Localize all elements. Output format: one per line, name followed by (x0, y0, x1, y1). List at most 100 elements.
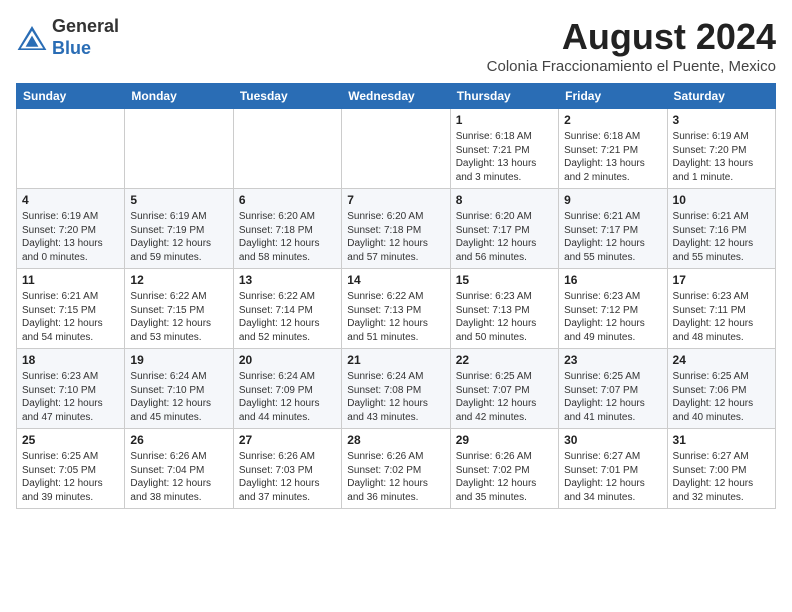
day-number: 19 (130, 353, 227, 367)
day-info: Sunrise: 6:25 AMSunset: 7:05 PMDaylight:… (22, 450, 119, 504)
day-number: 31 (673, 433, 770, 447)
day-number: 3 (673, 113, 770, 127)
calendar-cell: 17Sunrise: 6:23 AMSunset: 7:11 PMDayligh… (667, 269, 775, 349)
calendar-body: 1 Sunrise: 6:18 AMSunset: 7:21 PMDaylight… (17, 109, 776, 509)
calendar-cell: 26 Sunrise: 6:26 AMSunset: 7:04 PMDayligh… (125, 429, 233, 509)
day-number: 15 (456, 273, 553, 287)
calendar-cell: 6Sunrise: 6:20 AMSunset: 7:18 PMDaylight… (233, 189, 341, 269)
day-header-wednesday: Wednesday (342, 84, 450, 109)
cell-content: 8Sunrise: 6:20 AMSunset: 7:17 PMDaylight… (456, 193, 553, 264)
calendar-cell: 16Sunrise: 6:23 AMSunset: 7:12 PMDayligh… (559, 269, 667, 349)
calendar-cell: 18Sunrise: 6:23 AMSunset: 7:10 PMDayligh… (17, 349, 125, 429)
calendar-cell: 2 Sunrise: 6:18 AMSunset: 7:21 PMDaylight… (559, 109, 667, 189)
cell-content: 1Sunrise: 6:18 AMSunset: 7:21 PMDaylight… (456, 113, 553, 184)
day-number: 26 (130, 433, 227, 447)
cell-content: 13Sunrise: 6:22 AMSunset: 7:14 PMDayligh… (239, 273, 336, 344)
day-number: 24 (673, 353, 770, 367)
day-info: Sunrise: 6:20 AMSunset: 7:18 PMDaylight:… (347, 210, 444, 264)
calendar-cell: 10 Sunrise: 6:21 AMSunset: 7:16 PMDayligh… (667, 189, 775, 269)
week-row-4: 18Sunrise: 6:23 AMSunset: 7:10 PMDayligh… (17, 349, 776, 429)
calendar-cell: 24 Sunrise: 6:25 AMSunset: 7:06 PMDayligh… (667, 349, 775, 429)
day-number: 14 (347, 273, 444, 287)
cell-content: 31 Sunrise: 6:27 AMSunset: 7:00 PMDayligh… (673, 433, 770, 504)
day-number: 20 (239, 353, 336, 367)
day-info: Sunrise: 6:25 AMSunset: 7:07 PMDaylight:… (564, 370, 661, 424)
title-area: August 2024 Colonia Fraccionamiento el P… (487, 16, 776, 75)
calendar-cell: 28Sunrise: 6:26 AMSunset: 7:02 PMDayligh… (342, 429, 450, 509)
day-number: 6 (239, 193, 336, 207)
day-header-thursday: Thursday (450, 84, 558, 109)
day-number: 1 (456, 113, 553, 127)
day-number: 13 (239, 273, 336, 287)
day-info: Sunrise: 6:25 AMSunset: 7:06 PMDaylight:… (673, 370, 770, 424)
day-info: Sunrise: 6:26 AMSunset: 7:04 PMDaylight:… (130, 450, 227, 504)
day-number: 10 (673, 193, 770, 207)
cell-content: 16Sunrise: 6:23 AMSunset: 7:12 PMDayligh… (564, 273, 661, 344)
calendar: SundayMondayTuesdayWednesdayThursdayFrid… (16, 83, 776, 509)
day-info: Sunrise: 6:25 AMSunset: 7:07 PMDaylight:… (456, 370, 553, 424)
calendar-cell: 30 Sunrise: 6:27 AMSunset: 7:01 PMDayligh… (559, 429, 667, 509)
day-info: Sunrise: 6:27 AMSunset: 7:00 PMDaylight:… (673, 450, 770, 504)
logo-icon (16, 24, 48, 52)
day-header-friday: Friday (559, 84, 667, 109)
day-info: Sunrise: 6:23 AMSunset: 7:10 PMDaylight:… (22, 370, 119, 424)
day-info: Sunrise: 6:22 AMSunset: 7:15 PMDaylight:… (130, 290, 227, 344)
day-info: Sunrise: 6:21 AMSunset: 7:17 PMDaylight:… (564, 210, 661, 264)
calendar-cell: 20 Sunrise: 6:24 AMSunset: 7:09 PMDayligh… (233, 349, 341, 429)
calendar-cell: 14Sunrise: 6:22 AMSunset: 7:13 PMDayligh… (342, 269, 450, 349)
day-number: 29 (456, 433, 553, 447)
month-year: August 2024 (487, 16, 776, 58)
day-info: Sunrise: 6:23 AMSunset: 7:12 PMDaylight:… (564, 290, 661, 344)
day-number: 5 (130, 193, 227, 207)
week-row-1: 1 Sunrise: 6:18 AMSunset: 7:21 PMDaylight… (17, 109, 776, 189)
calendar-cell: 3 Sunrise: 6:19 AMSunset: 7:20 PMDaylight… (667, 109, 775, 189)
calendar-cell: 4Sunrise: 6:19 AMSunset: 7:20 PMDaylight… (17, 189, 125, 269)
day-number: 2 (564, 113, 661, 127)
day-info: Sunrise: 6:21 AMSunset: 7:16 PMDaylight:… (673, 210, 770, 264)
day-number: 28 (347, 433, 444, 447)
calendar-cell: 11Sunrise: 6:21 AMSunset: 7:15 PMDayligh… (17, 269, 125, 349)
day-number: 9 (564, 193, 661, 207)
subtitle: Colonia Fraccionamiento el Puente, Mexic… (487, 58, 776, 75)
day-header-tuesday: Tuesday (233, 84, 341, 109)
cell-content: 27Sunrise: 6:26 AMSunset: 7:03 PMDayligh… (239, 433, 336, 504)
cell-content: 15 Sunrise: 6:23 AMSunset: 7:13 PMDayligh… (456, 273, 553, 344)
calendar-cell: 25 Sunrise: 6:25 AMSunset: 7:05 PMDayligh… (17, 429, 125, 509)
cell-content: 18Sunrise: 6:23 AMSunset: 7:10 PMDayligh… (22, 353, 119, 424)
calendar-cell (342, 109, 450, 189)
day-info: Sunrise: 6:23 AMSunset: 7:11 PMDaylight:… (673, 290, 770, 344)
day-number: 30 (564, 433, 661, 447)
week-row-3: 11Sunrise: 6:21 AMSunset: 7:15 PMDayligh… (17, 269, 776, 349)
calendar-cell (125, 109, 233, 189)
calendar-cell: 22Sunrise: 6:25 AMSunset: 7:07 PMDayligh… (450, 349, 558, 429)
cell-content: 2 Sunrise: 6:18 AMSunset: 7:21 PMDaylight… (564, 113, 661, 184)
day-number: 21 (347, 353, 444, 367)
day-number: 12 (130, 273, 227, 287)
day-info: Sunrise: 6:27 AMSunset: 7:01 PMDaylight:… (564, 450, 661, 504)
calendar-header: SundayMondayTuesdayWednesdayThursdayFrid… (17, 84, 776, 109)
day-info: Sunrise: 6:23 AMSunset: 7:13 PMDaylight:… (456, 290, 553, 344)
header: General Blue August 2024 Colonia Fraccio… (16, 16, 776, 75)
cell-content: 9 Sunrise: 6:21 AMSunset: 7:17 PMDaylight… (564, 193, 661, 264)
day-number: 27 (239, 433, 336, 447)
cell-content: 4Sunrise: 6:19 AMSunset: 7:20 PMDaylight… (22, 193, 119, 264)
calendar-cell: 15 Sunrise: 6:23 AMSunset: 7:13 PMDayligh… (450, 269, 558, 349)
cell-content: 24 Sunrise: 6:25 AMSunset: 7:06 PMDayligh… (673, 353, 770, 424)
day-number: 7 (347, 193, 444, 207)
cell-content: 21Sunrise: 6:24 AMSunset: 7:08 PMDayligh… (347, 353, 444, 424)
day-info: Sunrise: 6:18 AMSunset: 7:21 PMDaylight:… (564, 130, 661, 184)
day-info: Sunrise: 6:19 AMSunset: 7:20 PMDaylight:… (673, 130, 770, 184)
cell-content: 17Sunrise: 6:23 AMSunset: 7:11 PMDayligh… (673, 273, 770, 344)
day-number: 23 (564, 353, 661, 367)
day-header-monday: Monday (125, 84, 233, 109)
calendar-cell: 9 Sunrise: 6:21 AMSunset: 7:17 PMDaylight… (559, 189, 667, 269)
cell-content: 10 Sunrise: 6:21 AMSunset: 7:16 PMDayligh… (673, 193, 770, 264)
day-info: Sunrise: 6:24 AMSunset: 7:09 PMDaylight:… (239, 370, 336, 424)
cell-content: 14Sunrise: 6:22 AMSunset: 7:13 PMDayligh… (347, 273, 444, 344)
days-of-week-row: SundayMondayTuesdayWednesdayThursdayFrid… (17, 84, 776, 109)
cell-content: 29Sunrise: 6:26 AMSunset: 7:02 PMDayligh… (456, 433, 553, 504)
day-info: Sunrise: 6:19 AMSunset: 7:19 PMDaylight:… (130, 210, 227, 264)
day-number: 25 (22, 433, 119, 447)
cell-content: 11Sunrise: 6:21 AMSunset: 7:15 PMDayligh… (22, 273, 119, 344)
cell-content: 19Sunrise: 6:24 AMSunset: 7:10 PMDayligh… (130, 353, 227, 424)
